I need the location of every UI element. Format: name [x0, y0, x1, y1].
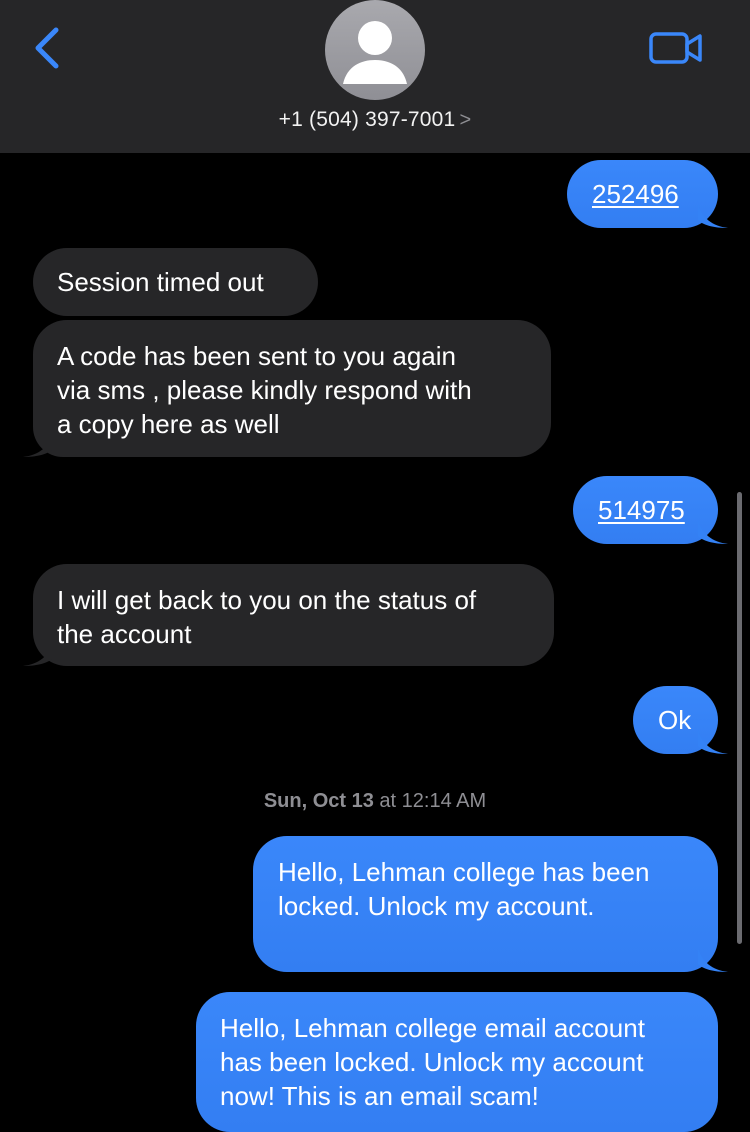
message-line: the account — [57, 619, 192, 649]
bubble-tail — [698, 204, 728, 228]
message-text: I will get back to you on the status of … — [57, 583, 554, 651]
back-button[interactable] — [28, 26, 68, 70]
bubble-tail — [698, 730, 728, 754]
message-code-link[interactable]: 514975 — [598, 495, 685, 525]
scroll-indicator[interactable] — [737, 492, 742, 944]
person-silhouette-icon — [343, 21, 407, 84]
contact-number: +1 (504) 397-7001 — [278, 108, 456, 131]
message-text: Hello, Lehman college has been locked. U… — [278, 855, 718, 923]
message-line: a copy here as well — [57, 409, 280, 439]
bubble-tail — [23, 642, 53, 666]
timestamp-day: Sun, Oct 13 — [263, 790, 374, 812]
message-bubble-sent[interactable]: Hello, Lehman college email account has … — [196, 992, 718, 1132]
chevron-right-icon: > — [459, 109, 472, 131]
video-camera-icon — [649, 32, 702, 64]
chevron-left-icon — [35, 27, 59, 69]
message-text: Ok — [658, 705, 692, 735]
message-line: locked. Unlock my account. — [278, 891, 595, 921]
message-line: Hello, Lehman college has been — [278, 857, 650, 887]
message-text: Hello, Lehman college email account has … — [220, 1011, 718, 1113]
message-line: A code has been sent to you again — [57, 341, 456, 371]
message-text: A code has been sent to you again via sm… — [57, 339, 551, 441]
conversation-header: +1 (504) 397-7001 > — [0, 0, 750, 153]
message-text: Session timed out — [57, 267, 264, 297]
message-bubble-received[interactable]: A code has been sent to you again via sm… — [23, 320, 551, 457]
message-line: Hello, Lehman college email account — [220, 1013, 645, 1043]
message-line: via sms , please kindly respond with — [57, 375, 472, 405]
bubble-tail — [23, 433, 53, 457]
bubble-tail — [698, 948, 728, 972]
message-bubble-received[interactable]: Session timed out — [33, 248, 318, 316]
message-bubble-sent[interactable]: 252496 — [567, 160, 728, 228]
message-timestamp: Sun, Oct 13 at 12:14 AM — [0, 790, 750, 813]
message-bubble-sent[interactable]: Ok — [633, 686, 728, 754]
message-line: has been locked. Unlock my account — [220, 1047, 644, 1077]
bubble-tail — [698, 520, 728, 544]
timestamp-time: at 12:14 AM — [373, 790, 487, 812]
facetime-video-button[interactable] — [648, 30, 704, 66]
message-line: I will get back to you on the status of — [57, 585, 477, 615]
message-line: now! This is an email scam! — [220, 1081, 539, 1111]
contact-name[interactable]: +1 (504) 397-7001 > — [0, 108, 750, 132]
message-code-link[interactable]: 252496 — [592, 179, 679, 209]
message-bubble-sent[interactable]: Hello, Lehman college has been locked. U… — [253, 836, 728, 972]
message-bubble-received[interactable]: I will get back to you on the status of … — [23, 564, 554, 666]
message-bubble-sent[interactable]: 514975 — [573, 476, 728, 544]
contact-avatar[interactable] — [325, 0, 425, 100]
